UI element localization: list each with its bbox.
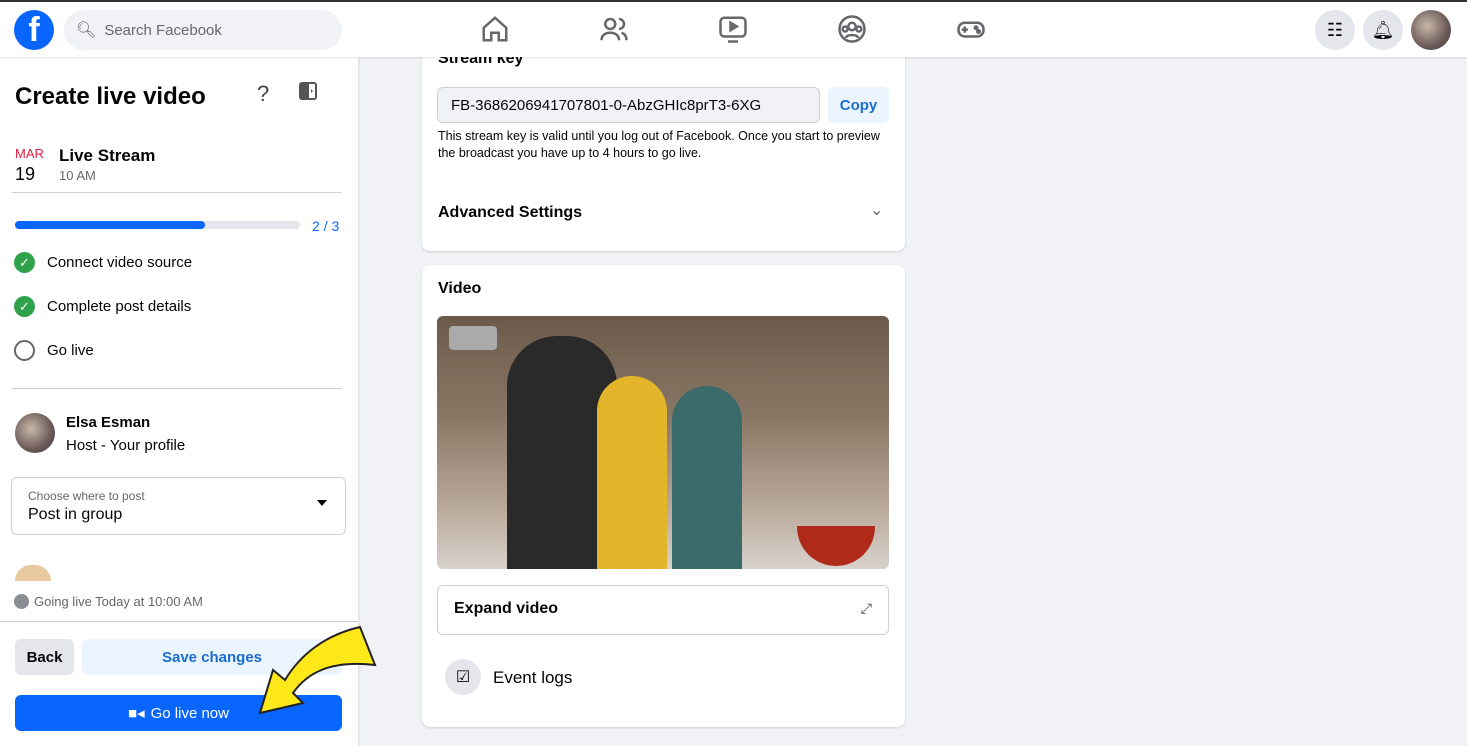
check-icon: ✓ [14,252,35,273]
empty-circle-icon [14,340,35,361]
event-day: 19 [15,164,36,184]
dropdown-caret-icon [317,500,327,506]
host-role: Host - Your profile [66,437,186,454]
copy-button[interactable]: Copy [828,87,889,123]
search-input[interactable]: 🔍︎ Search Facebook [64,10,342,50]
video-card: Video Expand video ⤢ ☑ Event logs [422,265,905,727]
annotation-arrow [258,625,377,715]
progress-fill [15,221,206,229]
collapse-panel-icon[interactable] [298,81,318,101]
advanced-settings-toggle[interactable]: Advanced Settings [438,204,582,222]
step-complete-post-details: ✓ Complete post details [14,296,191,317]
event-name: Live Stream [59,146,156,165]
group-avatar [15,565,51,581]
back-button[interactable]: Back [15,639,74,675]
host-name: Elsa Esman [66,414,151,431]
step-go-live: Go live [14,340,94,361]
post-location-select[interactable]: Choose where to post Post in group [11,477,346,535]
stream-settings-card: Stream key FB-3686206941707801-0-AbzGHIc… [422,40,905,251]
help-icon[interactable]: ? [257,81,269,107]
groups-icon[interactable] [837,14,867,44]
gaming-icon[interactable] [956,14,986,44]
event-time: 10 AM [59,168,96,183]
check-icon: ✓ [14,296,35,317]
friends-icon[interactable] [599,14,629,44]
page-title: Create live video [15,83,206,110]
top-navigation: f 🔍︎ Search Facebook ☷ 🔔︎ [0,0,1467,57]
facebook-logo[interactable]: f [14,10,54,50]
divider [12,388,342,389]
progress-label: 2 / 3 [312,218,340,234]
expand-video-button[interactable]: Expand video ⤢ [437,585,889,635]
profile-avatar[interactable] [1411,10,1451,50]
video-title: Video [438,280,482,297]
clock-icon [14,594,29,609]
chevron-down-icon[interactable]: ⌄ [870,200,883,220]
event-logs-link[interactable]: Event logs [493,668,572,688]
progress-bar [15,221,300,229]
schedule-info: Going live Today at 10:00 AM [14,594,203,609]
notifications-icon[interactable]: 🔔︎ [1363,10,1403,50]
divider [12,192,342,193]
step-connect-video-source: ✓ Connect video source [14,252,192,273]
menu-grid-icon[interactable]: ☷ [1315,10,1355,50]
divider [0,621,358,622]
stream-key-note: This stream key is valid until you log o… [438,129,880,160]
expand-icon: ⤢ [860,600,872,616]
video-camera-icon: ■◂ [128,705,145,722]
event-month: MAR [15,146,44,161]
home-icon[interactable] [480,14,510,44]
event-logs-icon[interactable]: ☑ [445,659,481,695]
stream-key-field[interactable]: FB-3686206941707801-0-AbzGHIc8prT3-6XG [437,87,820,123]
search-icon: 🔍︎ [76,22,97,39]
host-avatar [15,413,55,453]
watch-icon[interactable] [718,14,748,44]
video-preview [437,316,889,569]
